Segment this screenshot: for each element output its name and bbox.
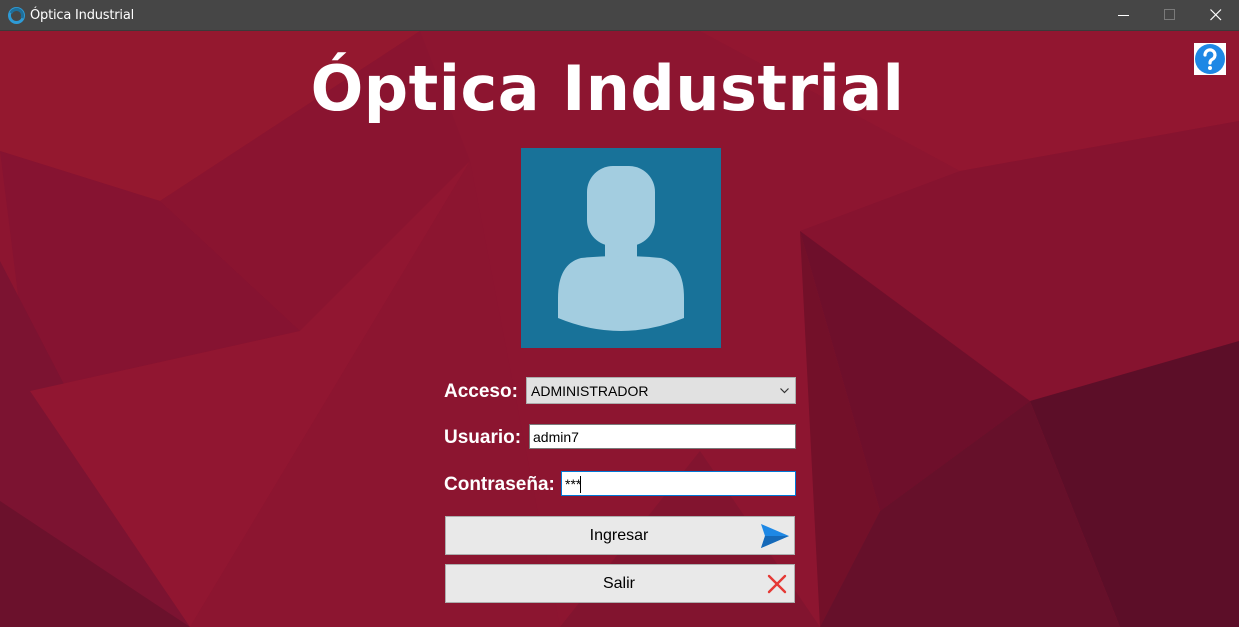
- salir-label: Salir: [602, 575, 635, 592]
- title-bar[interactable]: Óptica Industrial: [0, 0, 1239, 31]
- contrasena-value: ***: [565, 476, 582, 492]
- user-avatar-icon: [558, 166, 684, 331]
- salir-button[interactable]: Salir: [445, 564, 795, 603]
- ingresar-label: Ingresar: [589, 527, 649, 544]
- close-x-icon: [767, 574, 787, 594]
- send-icon: [761, 524, 789, 548]
- app-logo-icon: [8, 7, 25, 24]
- page-title: Óptica Industrial: [310, 52, 905, 125]
- minimize-button[interactable]: [1101, 0, 1147, 31]
- maximize-icon: [1164, 9, 1175, 20]
- text-caret: [580, 476, 581, 493]
- avatar: [521, 148, 721, 348]
- close-icon: [1210, 9, 1222, 21]
- acceso-select[interactable]: ADMINISTRADOR: [526, 377, 796, 404]
- contrasena-label: Contraseña:: [444, 474, 555, 495]
- login-panel: Óptica Industrial Acceso: ADMINISTRADOR …: [0, 31, 1239, 627]
- ingresar-button[interactable]: Ingresar: [445, 516, 795, 555]
- usuario-input[interactable]: admin7: [529, 424, 796, 449]
- acceso-label: Acceso:: [444, 381, 518, 402]
- close-window-button[interactable]: [1193, 0, 1239, 31]
- contrasena-input[interactable]: ***: [561, 471, 796, 496]
- maximize-button: [1147, 0, 1193, 31]
- chevron-down-icon: [780, 388, 789, 394]
- usuario-value: admin7: [533, 429, 579, 445]
- login-window: Óptica Industrial Óptica Industrial Acce…: [0, 0, 1239, 627]
- window-title: Óptica Industrial: [30, 8, 135, 23]
- minimize-icon: [1118, 15, 1129, 16]
- usuario-label: Usuario:: [444, 427, 522, 448]
- acceso-value: ADMINISTRADOR: [531, 383, 649, 399]
